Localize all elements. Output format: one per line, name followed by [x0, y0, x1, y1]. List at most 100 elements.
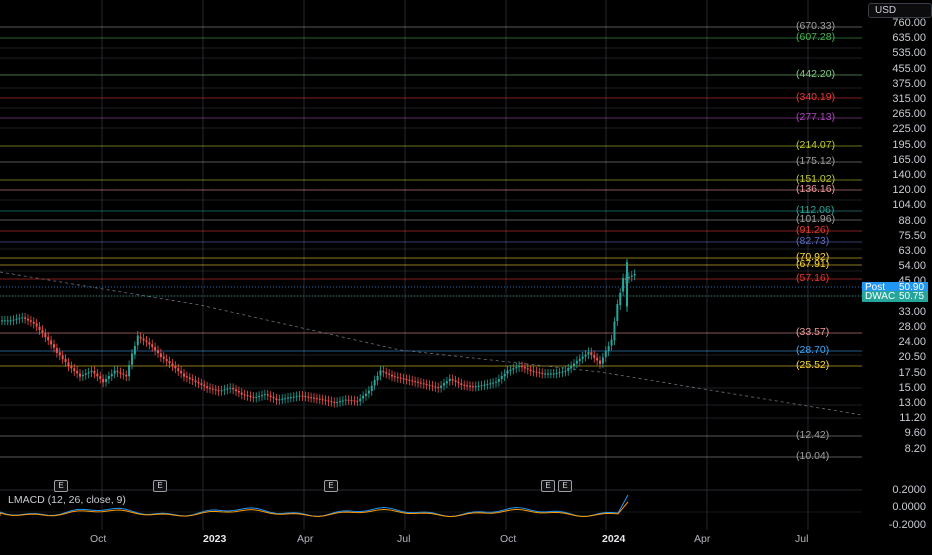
- fib-level-label: (57.16): [796, 272, 830, 284]
- price-axis-label: 165.00: [892, 153, 926, 166]
- candle-body: [607, 346, 610, 352]
- candle-body: [385, 372, 388, 374]
- candle-body: [370, 385, 373, 392]
- candle-body: [405, 379, 408, 381]
- fib-level-label: (25.52): [796, 359, 830, 371]
- candle-body: [113, 370, 116, 374]
- earnings-badge[interactable]: E: [558, 480, 572, 492]
- candle-body: [240, 392, 243, 395]
- time-axis-label: Jul: [795, 533, 809, 545]
- candle-body: [162, 356, 165, 359]
- candle-body: [547, 373, 549, 375]
- candle-body: [9, 320, 12, 322]
- indicator-legend[interactable]: LMACD (12, 26, close, 9): [8, 494, 126, 506]
- chart-stage[interactable]: [0, 0, 932, 550]
- candle-body: [359, 398, 362, 402]
- candle-body: [555, 372, 558, 374]
- time-axis-label: Jul: [397, 533, 411, 545]
- candle-body: [581, 356, 584, 359]
- candle-body: [627, 276, 630, 279]
- candle-body: [321, 399, 324, 401]
- price-axis-label: 11.20: [899, 412, 926, 425]
- candle-body: [278, 399, 281, 401]
- candle-body: [596, 357, 599, 361]
- time-axis-label: 2023: [203, 533, 227, 545]
- candle-body: [486, 384, 489, 386]
- candle-body: [411, 380, 414, 382]
- candle-body: [495, 381, 497, 383]
- candle-body: [272, 396, 275, 399]
- candle-body: [425, 384, 428, 386]
- candle-body: [35, 323, 38, 327]
- candle-body: [67, 362, 70, 367]
- candle-body: [356, 400, 359, 402]
- candle-body: [295, 396, 298, 398]
- candle-body: [237, 391, 240, 393]
- candle-body: [341, 400, 344, 402]
- candle-body: [333, 401, 336, 403]
- candle-body: [362, 395, 365, 399]
- price-axis-label: 104.00: [892, 199, 926, 212]
- price-chart[interactable]: [0, 0, 932, 550]
- price-axis-label: 760.00: [892, 17, 926, 29]
- candle-body: [110, 373, 113, 377]
- candle-body: [21, 317, 24, 319]
- candle-body: [261, 395, 263, 397]
- price-axis-label: 75.50: [898, 229, 926, 242]
- candle-body: [552, 373, 555, 375]
- candle-body: [529, 369, 532, 372]
- candle-body: [159, 353, 162, 358]
- candle-body: [561, 371, 564, 373]
- candle-body: [575, 360, 578, 364]
- candle-body: [93, 370, 96, 374]
- candle-body: [281, 398, 284, 400]
- candle-body: [157, 350, 159, 354]
- candle-body: [139, 336, 142, 339]
- candle-body: [223, 389, 226, 391]
- candle-body: [165, 358, 168, 362]
- candle-body: [154, 347, 157, 351]
- earnings-badge[interactable]: E: [541, 480, 555, 492]
- candle-body: [463, 384, 466, 386]
- candle-body: [599, 360, 601, 364]
- candle-body: [503, 373, 506, 377]
- price-axis-label: 455.00: [892, 62, 926, 75]
- candle-body: [376, 375, 379, 381]
- candle-body: [344, 399, 347, 401]
- candle-body: [53, 344, 55, 348]
- candle-body: [350, 400, 353, 402]
- candle-body: [471, 386, 474, 388]
- candle-body: [619, 292, 622, 306]
- earnings-badge[interactable]: E: [153, 480, 167, 492]
- candle-body: [79, 373, 81, 377]
- candle-body: [573, 363, 575, 366]
- price-axis-label: 535.00: [892, 47, 926, 60]
- candle-body: [128, 365, 131, 377]
- price-axis-label: 88.00: [898, 214, 926, 227]
- candle-body: [32, 321, 35, 324]
- candle-body: [133, 345, 136, 355]
- candle-body: [119, 372, 122, 374]
- candle-body: [336, 401, 339, 403]
- price-axis-label: 195.00: [892, 138, 926, 151]
- candle-body: [469, 385, 471, 387]
- candle-body: [84, 373, 87, 375]
- candle-body: [578, 358, 581, 362]
- candle-body: [567, 368, 570, 371]
- price-axis-label: 33.00: [898, 305, 926, 318]
- earnings-badge[interactable]: E: [324, 480, 338, 492]
- candle-body: [570, 365, 573, 369]
- time-axis-label: Oct: [500, 533, 517, 545]
- candle-body: [58, 352, 61, 356]
- currency-button[interactable]: USD: [868, 3, 932, 18]
- candle-body: [535, 371, 538, 373]
- candle-body: [203, 384, 206, 387]
- earnings-badge[interactable]: E: [54, 480, 68, 492]
- candle-body: [29, 320, 32, 322]
- candle-body: [601, 357, 604, 364]
- candle-body: [500, 376, 503, 380]
- candle-body: [558, 372, 561, 374]
- candle-body: [301, 395, 304, 397]
- candle-body: [414, 381, 417, 383]
- candle-body: [512, 368, 515, 370]
